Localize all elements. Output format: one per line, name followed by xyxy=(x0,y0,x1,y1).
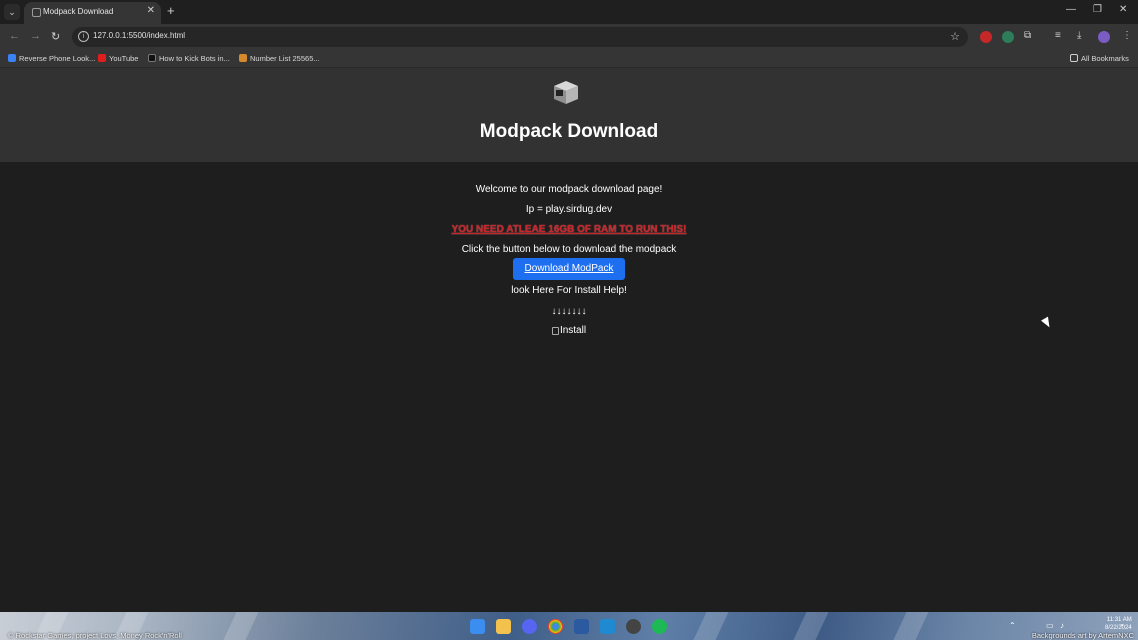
wallpaper-stripe xyxy=(793,612,829,640)
url-text: 127.0.0.1:5500/index.html xyxy=(93,31,186,40)
browser-toolbar: ← → ↻ i 127.0.0.1:5500/index.html ☆ ⧉ ≡ … xyxy=(0,24,1138,50)
app-icon[interactable] xyxy=(574,619,589,634)
start-button-icon[interactable] xyxy=(470,619,485,634)
install-image[interactable]: Install xyxy=(0,325,1138,338)
ram-warning-text: YOU NEED ATLEAE 16GB OF RAM TO RUN THIS! xyxy=(451,224,687,235)
back-button[interactable]: ← xyxy=(9,30,20,42)
tab-title: Modpack Download xyxy=(43,7,114,16)
wallpaper-stripe xyxy=(893,612,929,640)
bookmark-star-icon[interactable]: ☆ xyxy=(950,30,960,43)
server-ip-text: Ip = play.sirdug.dev xyxy=(525,204,613,215)
download-modpack-button[interactable]: Download ModPack xyxy=(513,258,625,280)
install-help-text: look Here For Install Help! xyxy=(511,285,627,296)
page-header: Modpack Download xyxy=(0,68,1138,162)
forward-button[interactable]: → xyxy=(30,30,41,42)
hash-icon xyxy=(239,54,247,62)
tab-close-icon[interactable]: ✕ xyxy=(147,5,155,16)
tab-active[interactable]: Modpack Download ✕ xyxy=(24,2,161,24)
adblock-extension-icon[interactable] xyxy=(980,31,992,43)
notification-bell-icon[interactable]: ◔ xyxy=(1119,621,1124,630)
tab-search-button[interactable]: ⌄ xyxy=(4,4,20,20)
page-title: Modpack Download xyxy=(479,121,659,142)
bookmark-number-list[interactable]: Number List 25565... xyxy=(239,54,320,63)
chrome-icon[interactable] xyxy=(548,619,563,634)
bookmark-youtube[interactable]: YouTube xyxy=(98,54,138,63)
down-arrows-text: ↓↓↓↓↓↓↓ xyxy=(551,306,587,317)
bookmark-kick-bots[interactable]: How to Kick Bots in... xyxy=(148,54,230,63)
page-favicon-icon xyxy=(32,8,41,17)
vscode-icon[interactable] xyxy=(600,619,615,634)
network-icon[interactable]: ▭ xyxy=(1046,621,1054,630)
broken-image-icon xyxy=(551,326,559,335)
discord-icon[interactable] xyxy=(522,619,537,634)
windows-taskbar: ⌃ ▭ ♪ 11:31 AM 8/22/2024 ◔ © Rockstar Ga… xyxy=(0,612,1138,640)
bookmark-reverse-phone[interactable]: Reverse Phone Look... xyxy=(8,54,95,63)
site-info-icon[interactable]: i xyxy=(78,31,89,42)
tray-overflow-icon[interactable]: ⌃ xyxy=(1009,621,1016,630)
media-controls-icon[interactable]: ≡ xyxy=(1055,30,1061,41)
address-bar[interactable]: i 127.0.0.1:5500/index.html ☆ xyxy=(72,27,968,47)
welcome-text: Welcome to our modpack download page! xyxy=(475,184,663,195)
extensions-puzzle-icon[interactable]: ⧉ xyxy=(1024,30,1031,41)
web-page: Modpack Download Welcome to our modpack … xyxy=(0,68,1138,612)
downloads-icon[interactable]: ⤓ xyxy=(1077,30,1081,41)
computer-block-icon xyxy=(554,81,578,104)
youtube-icon xyxy=(98,54,106,62)
volume-icon[interactable]: ♪ xyxy=(1060,621,1064,630)
obs-icon[interactable] xyxy=(626,619,641,634)
extension-icon[interactable] xyxy=(1002,31,1014,43)
reload-button[interactable]: ↻ xyxy=(51,30,60,43)
minimize-button[interactable]: — xyxy=(1066,4,1076,15)
bookmark-favicon-icon xyxy=(8,54,16,62)
wallpaper-caption: © Rockstar Games, project Lovs, Money Ro… xyxy=(8,631,182,640)
wallpaper-stripe xyxy=(223,612,259,640)
browser-tab-bar: ⌄ Modpack Download ✕ + — ❐ ✕ xyxy=(0,0,1138,24)
close-window-button[interactable]: ✕ xyxy=(1119,4,1127,15)
bookmarks-bar: Reverse Phone Look... YouTube How to Kic… xyxy=(0,50,1138,68)
install-image-alt: Install xyxy=(559,325,587,336)
instruction-text: Click the button below to download the m… xyxy=(461,244,677,255)
all-bookmarks-button[interactable]: All Bookmarks xyxy=(1070,54,1129,63)
wallpaper-credit: Backgrounds art by ArtemNXC xyxy=(1031,631,1134,640)
new-tab-button[interactable]: + xyxy=(167,3,175,18)
file-explorer-icon[interactable] xyxy=(496,619,511,634)
folder-icon xyxy=(1070,54,1078,62)
profile-avatar[interactable] xyxy=(1098,31,1110,43)
bookmark-favicon-icon xyxy=(148,54,156,62)
wallpaper-stripe xyxy=(693,612,729,640)
browser-menu-icon[interactable]: ⋮ xyxy=(1122,30,1132,41)
spotify-icon[interactable] xyxy=(652,619,667,634)
restore-button[interactable]: ❐ xyxy=(1093,4,1102,15)
